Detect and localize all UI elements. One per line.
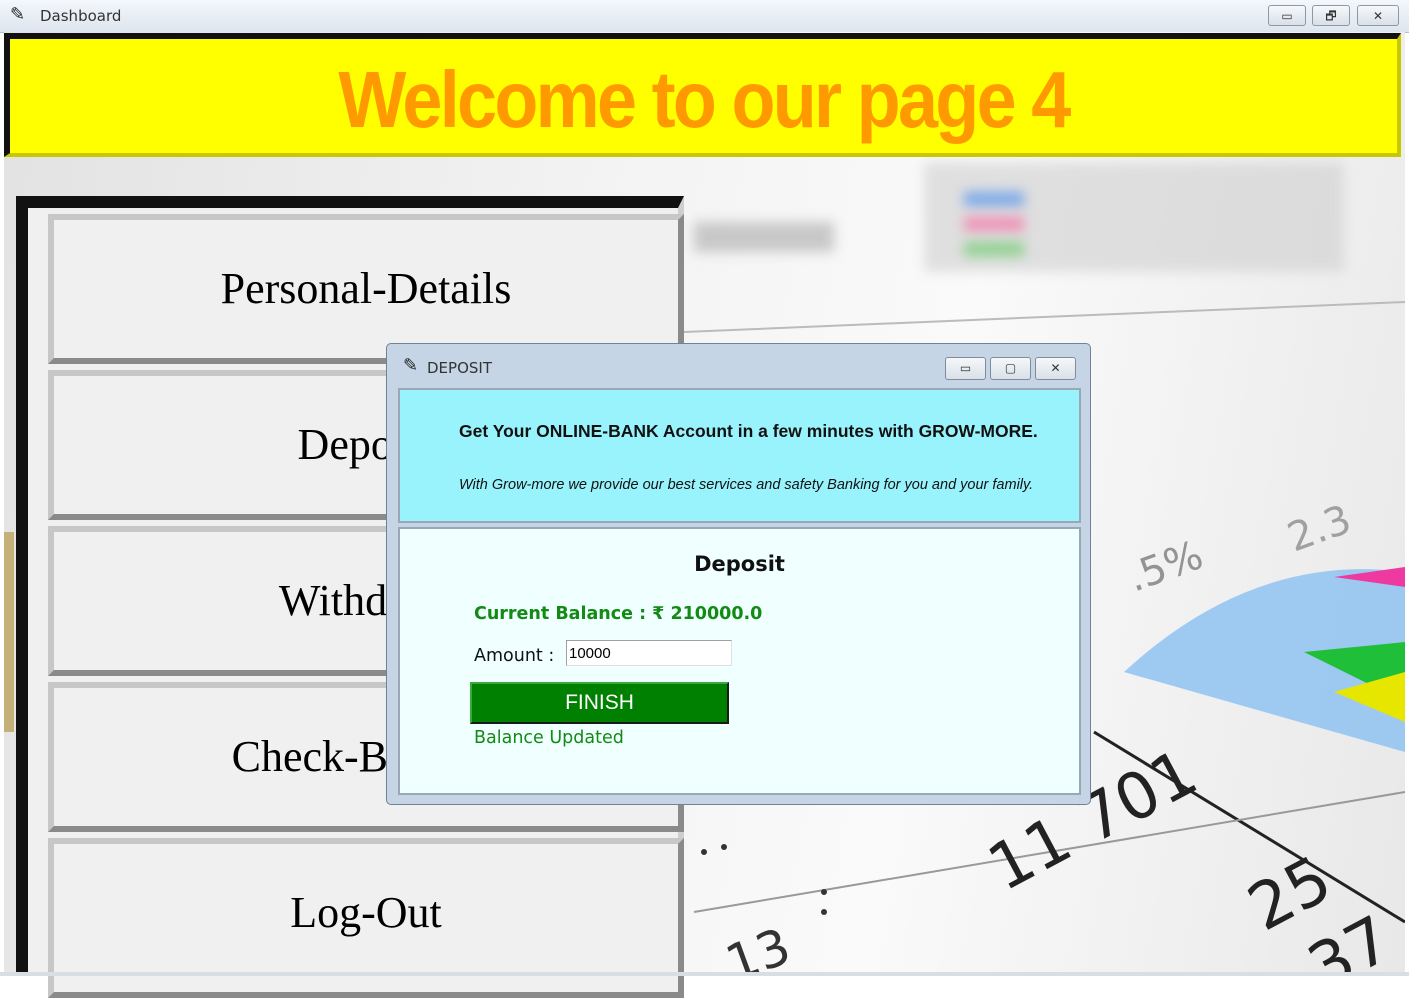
amount-label: Amount : xyxy=(474,646,555,666)
dialog-header: Get Your ONLINE-BANK Account in a few mi… xyxy=(398,388,1081,523)
amount-input[interactable] xyxy=(566,640,732,666)
bg-text-number: 13 xyxy=(718,917,798,976)
bg-text-number: 2.3 xyxy=(1282,496,1358,561)
bg-line-3 xyxy=(683,301,1405,333)
current-balance-label: Current Balance : ₹ 210000.0 xyxy=(474,604,763,624)
close-icon: ✕ xyxy=(1372,9,1384,23)
window-title: Dashboard xyxy=(40,7,122,25)
close-button[interactable]: ✕ xyxy=(1357,5,1399,26)
welcome-banner: Welcome to our page 4 xyxy=(4,33,1401,157)
status-message: Balance Updated xyxy=(474,728,624,748)
form-title: Deposit xyxy=(694,552,785,576)
bg-dot xyxy=(701,849,707,855)
restore-button[interactable]: 🗗 xyxy=(1312,5,1350,26)
dialog-minimize-button[interactable]: ▭ xyxy=(945,357,986,380)
bg-text-number: .5% xyxy=(1122,532,1209,601)
header-subtext: With Grow-more we provide our best servi… xyxy=(459,477,1034,493)
restore-icon: 🗗 xyxy=(1325,9,1337,23)
header-headline: Get Your ONLINE-BANK Account in a few mi… xyxy=(459,421,1038,441)
minimize-icon: ▭ xyxy=(959,361,972,375)
finish-button[interactable]: FINISH xyxy=(470,682,729,724)
maximize-icon: ▢ xyxy=(1004,361,1017,375)
menu-button-label: Personal-Details xyxy=(220,264,512,313)
window-bottom-border xyxy=(0,972,1409,976)
bg-dot xyxy=(821,889,827,895)
banner-title: Welcome to our page 4 xyxy=(338,55,1071,144)
minimize-button[interactable]: ▭ xyxy=(1268,5,1306,26)
dialog-title: DEPOSIT xyxy=(427,359,492,377)
dialog-close-button[interactable]: ✕ xyxy=(1035,357,1076,380)
deposit-form: Deposit Current Balance : ₹ 210000.0 Amo… xyxy=(398,527,1081,795)
bg-dot xyxy=(821,909,827,915)
feather-icon: ✎ xyxy=(403,355,419,376)
deposit-dialog: ✎ DEPOSIT ▭ ▢ ✕ Get Your ONLINE-BANK Acc… xyxy=(386,343,1091,805)
close-icon: ✕ xyxy=(1050,361,1061,375)
feather-icon: ✎ xyxy=(10,4,26,25)
menu-button-label: Log-Out xyxy=(290,888,442,937)
window-title-bar[interactable]: ✎ Dashboard ▭ 🗗 ✕ xyxy=(0,0,1409,33)
dialog-maximize-button[interactable]: ▢ xyxy=(990,357,1031,380)
bg-dot xyxy=(721,844,727,850)
personal-details-button[interactable]: Personal-Details xyxy=(48,214,684,364)
bg-coin-edge xyxy=(4,532,14,732)
minimize-icon: ▭ xyxy=(1281,9,1293,23)
